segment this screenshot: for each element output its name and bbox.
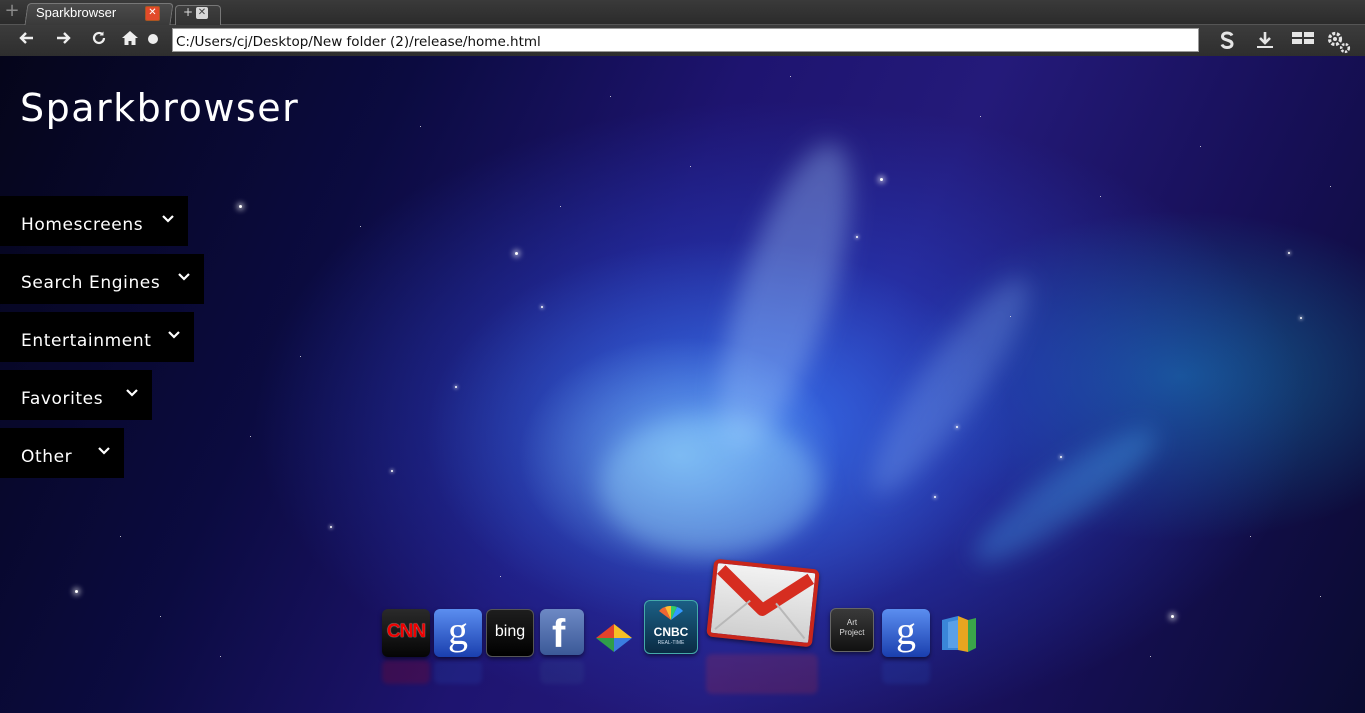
menu-favorites[interactable]: Favorites — [0, 370, 152, 420]
dock-reflection — [706, 654, 818, 694]
dock-google-buzz-icon[interactable] — [592, 618, 636, 656]
star — [220, 656, 221, 657]
aurora-streak — [692, 129, 878, 463]
star — [1200, 146, 1201, 147]
star — [560, 206, 561, 207]
dock-icon-sublabel: REAL-TIME — [657, 640, 685, 646]
star — [690, 166, 691, 167]
menu-label: Other — [21, 447, 73, 467]
star — [455, 386, 457, 388]
dock-icon-label: Art — [846, 618, 858, 627]
dock-google-icon[interactable]: g — [434, 609, 482, 657]
book-icon — [942, 616, 976, 652]
star — [239, 205, 242, 208]
record-dot-icon[interactable] — [142, 30, 164, 52]
menu-search-engines[interactable]: Search Engines — [0, 254, 204, 304]
star — [160, 616, 161, 617]
chevron-down-icon — [98, 447, 110, 455]
star — [1250, 536, 1251, 537]
star — [391, 470, 393, 472]
aurora-streak — [960, 412, 1170, 580]
new-tab-plus-icon[interactable]: + — [183, 5, 193, 19]
star — [790, 76, 791, 77]
menu-label: Homescreens — [21, 215, 144, 235]
star — [360, 226, 361, 227]
dock-art-project-icon[interactable]: Art Project — [830, 608, 874, 652]
star — [541, 306, 543, 308]
dock-google-books-icon[interactable] — [938, 612, 980, 654]
star — [120, 536, 121, 537]
dock-icon-label: g — [896, 609, 916, 653]
star — [1300, 317, 1302, 319]
star — [500, 576, 501, 577]
dock-gmail-icon[interactable] — [706, 558, 820, 648]
chevron-down-icon — [168, 331, 180, 339]
apps-grid-icon[interactable] — [1290, 30, 1316, 52]
menu-label: Search Engines — [21, 273, 161, 293]
star — [610, 96, 611, 97]
new-tab-plus-icon[interactable]: + — [4, 2, 20, 20]
star — [1150, 656, 1151, 657]
dock-reflection — [882, 660, 930, 684]
dock-icon-label: CNN — [386, 621, 426, 642]
menu-homescreens[interactable]: Homescreens — [0, 196, 188, 246]
download-icon[interactable] — [1254, 30, 1276, 52]
star — [300, 356, 301, 357]
menu-label: Entertainment — [21, 331, 152, 351]
page-title: Sparkbrowser — [20, 86, 300, 130]
aurora-streak — [850, 262, 1050, 510]
settings-gears-icon[interactable] — [1326, 30, 1352, 54]
dock-icon-sublabel: Project — [839, 628, 865, 637]
chevron-down-icon — [162, 215, 174, 223]
menu-label: Favorites — [21, 389, 104, 409]
menu-entertainment[interactable]: Entertainment — [0, 312, 194, 362]
dock-google-icon[interactable]: g — [882, 609, 930, 657]
home-icon[interactable] — [119, 30, 141, 52]
gmail-envelope-icon — [714, 565, 815, 640]
star — [1171, 615, 1174, 618]
star — [956, 426, 958, 428]
star — [934, 496, 936, 498]
aurora-glow — [600, 416, 820, 556]
homescreen-page: Sparkbrowser Homescreens Search Engines … — [0, 56, 1365, 713]
tab-close-icon[interactable]: ✕ — [145, 6, 160, 21]
dock-reflection — [540, 660, 584, 684]
dock-facebook-icon[interactable]: f — [540, 609, 584, 655]
star — [515, 252, 518, 255]
dock-icon-label: g — [448, 609, 468, 653]
tab-title: Sparkbrowser — [36, 5, 117, 20]
star — [1330, 186, 1331, 187]
star — [856, 236, 858, 238]
dock-icon-label: bing — [494, 623, 526, 640]
dock-cnn-icon[interactable]: CNN — [382, 609, 430, 657]
dock-icon-label: CNBC — [653, 625, 689, 639]
star — [1288, 252, 1290, 254]
google-buzz-logo-icon — [596, 624, 632, 652]
chevron-down-icon — [178, 273, 190, 281]
chevron-down-icon — [126, 389, 138, 397]
star — [330, 526, 332, 528]
dock-icon-label: f — [552, 612, 566, 655]
menu-other[interactable]: Other — [0, 428, 124, 478]
star — [880, 178, 883, 181]
dock-reflection — [382, 660, 430, 684]
star — [1100, 196, 1101, 197]
dock-cnbc-icon[interactable]: CNBC REAL-TIME — [644, 600, 698, 654]
back-arrow-icon[interactable] — [16, 30, 38, 52]
dock-reflection — [434, 660, 482, 684]
peacock-icon — [659, 605, 683, 620]
star — [1060, 456, 1062, 458]
star — [1320, 596, 1321, 597]
dock-bing-icon[interactable]: bing — [486, 609, 534, 657]
star — [980, 116, 981, 117]
forward-arrow-icon[interactable] — [52, 30, 74, 52]
reload-icon[interactable] — [88, 30, 110, 52]
star — [1010, 316, 1011, 317]
star — [250, 436, 251, 437]
address-bar[interactable] — [172, 28, 1199, 52]
star — [75, 590, 78, 593]
s-extension-icon[interactable] — [1216, 30, 1238, 52]
close-icon[interactable]: ✕ — [196, 7, 208, 19]
star — [420, 126, 421, 127]
